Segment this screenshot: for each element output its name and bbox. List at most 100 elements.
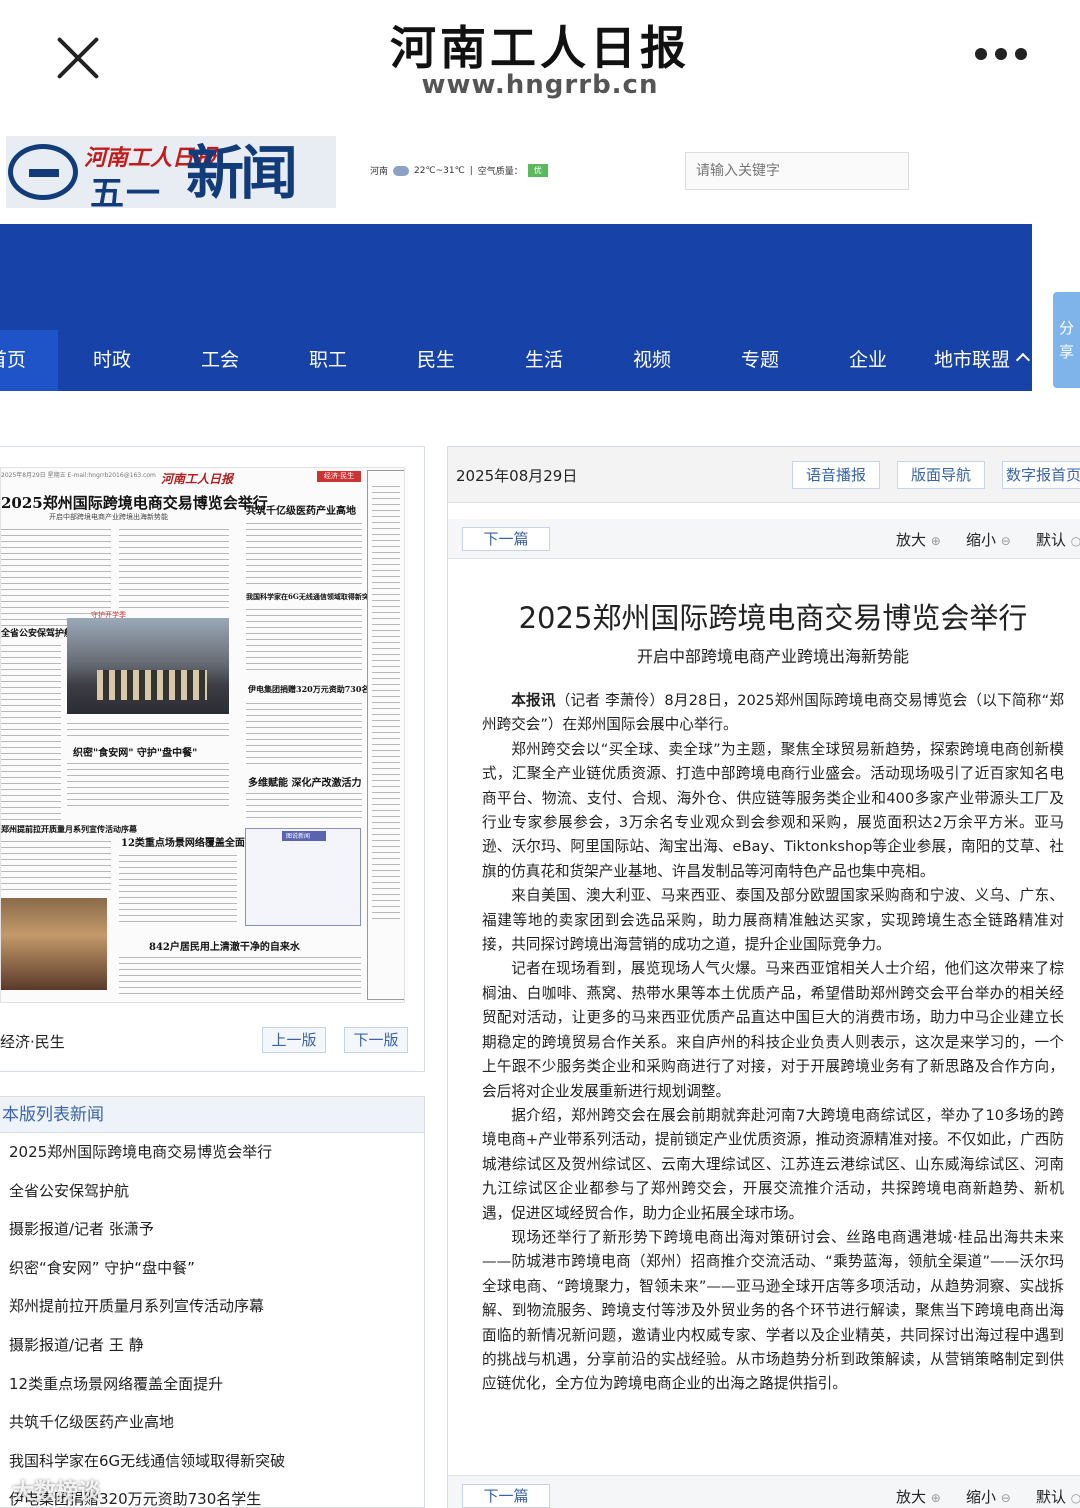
- zoom-out-button[interactable]: 缩小 ⊖: [966, 1486, 1011, 1507]
- article-paragraph: 郑州跨交会以“买全球、卖全球”为主题，聚焦全球贸易新趋势，探索跨境电商创新模式，…: [482, 740, 1064, 880]
- nav-item-union[interactable]: 工会: [166, 330, 274, 391]
- chevron-up-icon: [1015, 352, 1031, 368]
- prev-edition-button[interactable]: 上一版: [262, 1027, 326, 1053]
- plus-circle-icon: ⊕: [930, 1491, 941, 1505]
- paper-text-block: [246, 606, 362, 670]
- paper-text-block: [67, 720, 229, 738]
- paper-headline-police: 全省公安保驾护航: [1, 629, 74, 639]
- next-edition-button[interactable]: 下一版: [344, 1027, 408, 1053]
- paper-edition-tag: 经济·民生: [317, 471, 361, 482]
- paper-text-block: [1, 642, 61, 832]
- more-options-icon[interactable]: [975, 48, 1035, 64]
- main-nav: 首页 时政 工会 职工 民生 生活 视频 专题 企业 地市联盟: [0, 224, 1032, 391]
- news-list-title: 本版列表新闻: [0, 1097, 424, 1133]
- logo-emblem-icon: [8, 144, 78, 200]
- newspaper-page-panel: 2025年8月29日 星期五 E-mail:hngrrb2016@163.com…: [0, 446, 425, 1072]
- app-url: www.hngrrb.cn: [421, 70, 659, 100]
- article-paragraph: 来自美国、澳大利亚、马来西亚、泰国及部分欧盟国家采购商和宁波、义乌、广东、福建等…: [482, 887, 1064, 954]
- article-panel: 2025年08月29日 语音播报 版面导航 数字报首页 下一篇 放大 ⊕ 缩小 …: [447, 446, 1080, 1508]
- paper-text-block: [246, 790, 362, 820]
- paper-headline-reform: 多维赋能 深化产改激活力: [248, 778, 362, 789]
- circle-icon: ○: [1070, 534, 1080, 548]
- paper-headline-network: 12类重点场景网络覆盖全面提升: [121, 838, 265, 849]
- paper-headline-6g: 我国科学家在6G无线通信领域取得新突破: [246, 592, 376, 601]
- list-item[interactable]: 全省公安保驾护航: [0, 1172, 424, 1211]
- site-header: 河南工人日报 五一 新闻网 河南 22℃~31℃ | 空气质量： 优: [0, 112, 1080, 224]
- list-item[interactable]: 摄影报道/记者 王 静: [0, 1326, 424, 1365]
- paper-text-block: [119, 526, 229, 612]
- app-bar: 河南工人日报 www.hngrrb.cn: [0, 0, 1080, 112]
- nav-item-city-alliance-label: 地市联盟: [933, 349, 1010, 371]
- nav-item-politics[interactable]: 时政: [58, 330, 166, 391]
- cloud-icon: [393, 165, 410, 176]
- paper-text-block: [372, 483, 400, 923]
- article-lead: 本报讯: [511, 692, 556, 709]
- nav-item-workers[interactable]: 职工: [274, 330, 382, 391]
- next-article-button[interactable]: 下一篇: [462, 527, 550, 551]
- default-size-button[interactable]: 默认 ○: [1036, 529, 1080, 550]
- share-button[interactable]: 分享: [1053, 292, 1080, 388]
- weather-separator: |: [469, 165, 473, 176]
- digital-home-button[interactable]: 数字报首页: [1002, 461, 1080, 489]
- newspaper-page-image[interactable]: 2025年8月29日 星期五 E-mail:hngrrb2016@163.com…: [0, 467, 405, 1003]
- site-logo[interactable]: 河南工人日报 五一 新闻网: [6, 136, 336, 208]
- default-size-label: 默认: [1036, 531, 1067, 549]
- article-subtitle: 开启中部跨境电商产业跨境出海新势能: [636, 647, 909, 666]
- list-item[interactable]: 12类重点场景网络覆盖全面提升: [0, 1365, 424, 1404]
- paper-ad-title: 图说新闻: [286, 833, 311, 840]
- paper-text-block: [246, 520, 362, 588]
- list-item[interactable]: 2025郑州国际跨境电商交易博览会举行: [0, 1133, 424, 1172]
- nav-item-city-alliance[interactable]: 地市联盟: [922, 330, 1040, 391]
- air-quality-badge: 优: [527, 164, 548, 177]
- weather-city: 河南: [370, 167, 389, 177]
- article-toolbar-top: 下一篇 放大 ⊕ 缩小 ⊖ 默认 ○: [448, 519, 1080, 559]
- list-item[interactable]: 共筑千亿级医药产业高地: [0, 1403, 424, 1442]
- minus-circle-icon: ⊖: [1000, 534, 1011, 548]
- minus-circle-icon: ⊖: [1000, 1491, 1011, 1505]
- paper-masthead-info: 2025年8月29日 星期五 E-mail:hngrrb2016@163.com: [1, 472, 156, 479]
- date-bar: 2025年08月29日 语音播报 版面导航 数字报首页: [448, 447, 1080, 503]
- nav-item-enterprise[interactable]: 企业: [814, 330, 922, 391]
- paper-masthead: 2025年8月29日 星期五 E-mail:hngrrb2016@163.com…: [1, 470, 361, 486]
- zoom-out-label: 缩小: [966, 1488, 997, 1506]
- default-size-label: 默认: [1036, 1488, 1067, 1506]
- default-size-button[interactable]: 默认 ○: [1036, 1486, 1080, 1507]
- list-item[interactable]: 织密“食安网” 守护“盘中餐”: [0, 1249, 424, 1288]
- paper-ad-box: 图说新闻: [245, 828, 361, 926]
- paper-photo-market: [1, 898, 107, 990]
- zoom-in-button[interactable]: 放大 ⊕: [896, 1486, 941, 1507]
- weather-widget: 河南 22℃~31℃ | 空气质量： 优: [370, 164, 548, 177]
- paper-headline-water: 842户居民用上清澈干净的自来水: [149, 942, 300, 953]
- nav-item-video[interactable]: 视频: [598, 330, 706, 391]
- next-article-button[interactable]: 下一篇: [462, 1484, 550, 1508]
- weather-temp: 22℃~31℃: [414, 165, 465, 176]
- zoom-out-button[interactable]: 缩小 ⊖: [966, 529, 1011, 550]
- zoom-in-button[interactable]: 放大 ⊕: [896, 529, 941, 550]
- article-paragraph: 本报讯（记者 李萧伶）8月28日，2025郑州国际跨境电商交易博览会（以下简称“…: [482, 689, 1064, 738]
- edition-label: 经济·民生: [0, 1033, 65, 1051]
- edition-news-list: 本版列表新闻 2025郑州国际跨境电商交易博览会举行 全省公安保驾护航 摄影报道…: [0, 1096, 425, 1508]
- issue-date: 2025年08月29日: [456, 467, 578, 485]
- article-body: 本报讯（记者 李萧伶）8月28日，2025郑州国际跨境电商交易博览会（以下简称“…: [482, 689, 1064, 1397]
- plus-circle-icon: ⊕: [930, 534, 941, 548]
- list-item[interactable]: 郑州提前拉开质量月系列宣传活动序幕: [0, 1287, 424, 1326]
- article-toolbar-bottom: 下一篇 放大 ⊕ 缩小 ⊖ 默认 ○: [448, 1475, 1080, 1508]
- layout-nav-button[interactable]: 版面导航: [897, 461, 985, 489]
- app-title: 河南工人日报: [390, 21, 690, 75]
- nav-item-life[interactable]: 生活: [490, 330, 598, 391]
- paper-text-block: [1, 838, 111, 894]
- paper-text-block: [119, 954, 361, 998]
- paper-text-block: [119, 852, 237, 926]
- zoom-in-label: 放大: [896, 531, 927, 549]
- nav-item-livelihood[interactable]: 民生: [382, 330, 490, 391]
- logo-news-net: 新闻网: [186, 139, 298, 208]
- paper-name: 河南工人日报: [161, 472, 234, 486]
- voice-broadcast-button[interactable]: 语音播报: [792, 461, 880, 489]
- paper-headline-medical: 共筑千亿级医药产业高地: [246, 506, 356, 517]
- nav-item-topics[interactable]: 专题: [706, 330, 814, 391]
- list-item[interactable]: 摄影报道/记者 张潇予: [0, 1210, 424, 1249]
- article-paragraph: 现场还举行了新形势下跨境电商出海对策研讨会、丝路电商遇港城·桂品出海共未来——防…: [482, 1228, 1064, 1393]
- nav-item-home[interactable]: 首页: [0, 330, 58, 391]
- article-lead-text: （记者 李萧伶）8月28日，2025郑州国际跨境电商交易博览会（以下简称“郑州跨…: [482, 692, 1064, 734]
- search-input[interactable]: [685, 152, 909, 190]
